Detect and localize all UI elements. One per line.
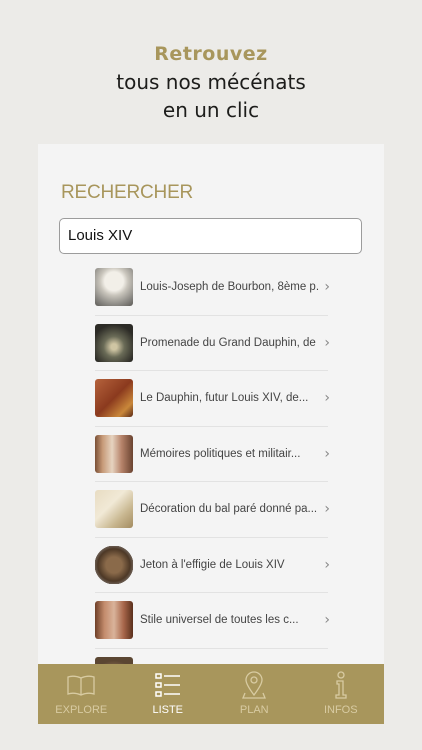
list-item-label: Louis-Joseph de Bourbon, 8ème p... [140, 281, 320, 294]
search-title: RECHERCHER [61, 182, 194, 203]
painting-thumbnail [95, 323, 133, 362]
map-pin-icon [238, 671, 270, 699]
list-icon [152, 671, 184, 699]
results-list: Louis-Joseph de Bourbon, 8ème p... › Pro… [95, 260, 330, 704]
list-item[interactable]: Stile universel de toutes les c... › [95, 593, 330, 649]
list-item[interactable]: Jeton à l'effigie de Louis XIV › [95, 538, 330, 593]
tab-label: LISTE [152, 704, 184, 716]
list-item[interactable]: Décoration du bal paré donné pa... › [95, 482, 330, 538]
promo-line-2: en un clic [162, 98, 260, 122]
chevron-right-icon: › [324, 612, 330, 629]
tab-label: INFOS [323, 704, 358, 716]
chevron-right-icon: › [324, 334, 330, 351]
list-item-label: Stile universel de toutes les c... [140, 614, 299, 627]
search-input[interactable]: Louis XIV [59, 218, 362, 254]
chevron-right-icon: › [324, 556, 330, 573]
book-thumbnail [95, 434, 133, 473]
list-item-label: Jeton à l'effigie de Louis XIV [140, 558, 285, 571]
medal-thumbnail [95, 545, 133, 584]
tab-infos[interactable]: INFOS [298, 664, 385, 724]
promo-header: Retrouvez tous nos mécénats en un clic [0, 40, 422, 124]
chevron-right-icon: › [324, 390, 330, 407]
list-item-label: Le Dauphin, futur Louis XIV, de... [140, 392, 309, 405]
book-thumbnail [95, 601, 133, 640]
bust-thumbnail [95, 268, 133, 307]
list-item-label: Promenade du Grand Dauphin, de ... [140, 336, 320, 349]
tab-liste[interactable]: LISTE [125, 664, 212, 724]
tab-plan[interactable]: PLAN [211, 664, 298, 724]
tab-bar: EXPLORE LISTE PLAN INFOS [38, 664, 384, 724]
book-icon [65, 671, 97, 699]
painting-thumbnail [95, 379, 133, 418]
chevron-right-icon: › [324, 279, 330, 296]
list-item[interactable]: Promenade du Grand Dauphin, de ... › [95, 316, 330, 371]
list-item[interactable]: Louis-Joseph de Bourbon, 8ème p... › [95, 260, 330, 316]
tab-explore[interactable]: EXPLORE [38, 664, 125, 724]
list-item-label: Mémoires politiques et militair... [140, 447, 301, 460]
promo-line-1: tous nos mécénats [116, 70, 306, 94]
engraving-thumbnail [95, 490, 133, 529]
info-icon [325, 671, 357, 699]
list-item[interactable]: Le Dauphin, futur Louis XIV, de... › [95, 371, 330, 427]
chevron-right-icon: › [324, 501, 330, 518]
app-screen: RECHERCHER Louis XIV Louis-Joseph de Bou… [38, 144, 384, 724]
promo-accent-text: Retrouvez [154, 43, 268, 65]
chevron-right-icon: › [324, 445, 330, 462]
list-item-label: Décoration du bal paré donné pa... [140, 503, 318, 516]
tab-label: EXPLORE [55, 704, 108, 716]
list-item[interactable]: Mémoires politiques et militair... › [95, 427, 330, 482]
tab-label: PLAN [239, 704, 269, 716]
